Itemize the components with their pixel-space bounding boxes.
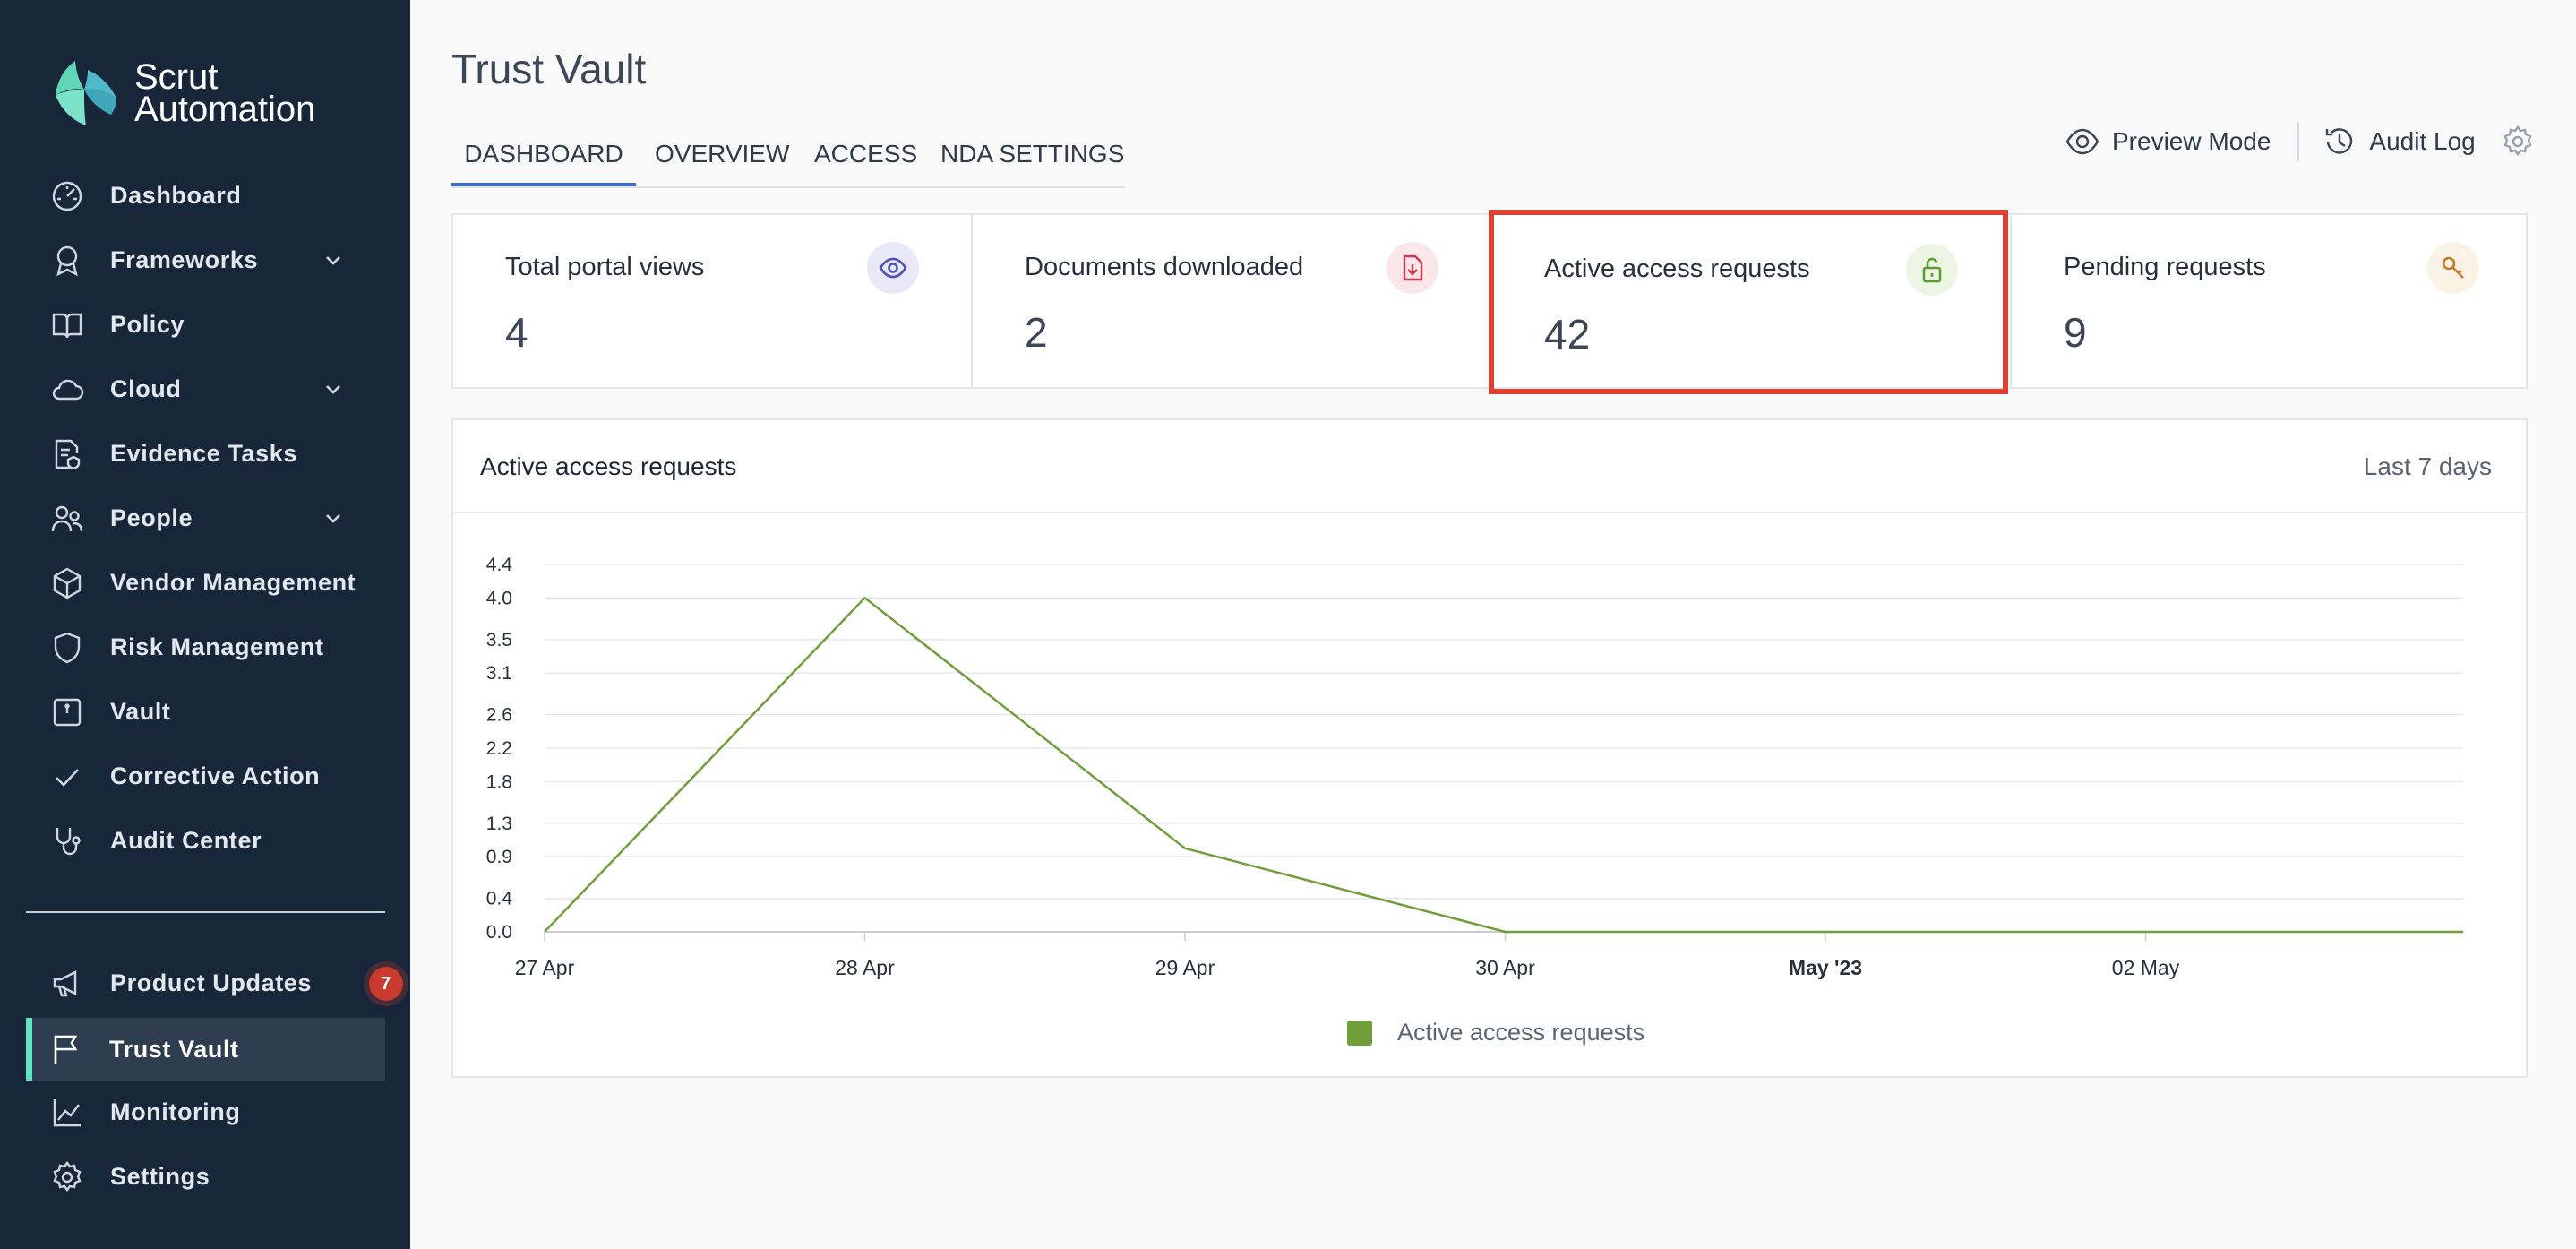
x-tick-label: 29 Apr (1155, 956, 1215, 979)
y-tick-label: 0.0 (486, 922, 512, 943)
y-tick-label: 1.8 (486, 771, 512, 792)
sidebar-item-people[interactable]: People (27, 488, 385, 547)
y-tick-label: 4.0 (486, 588, 512, 608)
box-icon (50, 566, 84, 600)
chart-line-icon (50, 1096, 84, 1130)
flag-icon (49, 1032, 83, 1066)
gear-icon (50, 1160, 84, 1194)
megaphone-icon (50, 967, 84, 1001)
sidebar-divider (26, 911, 385, 913)
stat-label: Pending requests (2064, 253, 2266, 281)
dashboard-icon (50, 179, 84, 213)
stat-label: Total portal views (505, 253, 705, 281)
y-tick-label: 2.2 (486, 738, 512, 759)
tab-overview[interactable]: OVERVIEW (655, 133, 789, 186)
history-icon (2326, 128, 2353, 154)
line-chart: 0.0 0.4 0.9 1.3 1.8 2.2 2.6 3.1 3.5 4.0 4.4 27 Apr 2… (486, 555, 2463, 979)
sidebar-item-dashboard[interactable]: Dashboard (27, 166, 385, 225)
sidebar-item-policy[interactable]: Policy (27, 295, 385, 354)
legend-label: Active access requests (1397, 1019, 1645, 1046)
chart-panel: Active access requests Last 7 days 0.0 0.… (451, 418, 2528, 1078)
people-icon (50, 502, 84, 536)
sidebar-item-evidence-tasks[interactable]: Evidence Tasks (27, 424, 385, 483)
x-tick-label: 27 Apr (515, 956, 575, 979)
sidebar-item-trust-vault[interactable]: Trust Vault (26, 1018, 385, 1081)
y-tick-label: 1.3 (486, 814, 512, 834)
cloud-icon (50, 373, 84, 407)
tab-nda-settings[interactable]: NDA SETTINGS (940, 133, 1124, 186)
sidebar: Scrut Automation Dashboard Frameworks Po… (0, 0, 410, 1249)
stat-card-documents-downloaded[interactable]: Documents downloaded 2 (973, 215, 1490, 387)
chevron-down-icon[interactable] (322, 379, 344, 401)
stat-value: 4 (505, 309, 528, 356)
audit-log-button[interactable]: Audit Log (2323, 125, 2476, 159)
y-tick-label: 3.5 (486, 630, 512, 650)
sidebar-item-monitoring[interactable]: Monitoring (27, 1082, 385, 1141)
evidence-icon (50, 437, 84, 471)
sidebar-item-audit-center[interactable]: Audit Center (27, 811, 385, 870)
sidebar-item-cloud[interactable]: Cloud (27, 359, 385, 418)
tab-dashboard[interactable]: DASHBOARD (451, 133, 636, 186)
sidebar-item-frameworks[interactable]: Frameworks (27, 230, 385, 289)
sidebar-item-risk-management[interactable]: Risk Management (27, 617, 385, 676)
vault-icon (50, 695, 84, 729)
preview-mode-button[interactable]: Preview Mode (2065, 125, 2271, 159)
stat-card-portal-views[interactable]: Total portal views 4 (453, 215, 971, 387)
y-tick-label: 3.1 (486, 663, 512, 684)
file-download-icon (1387, 242, 1438, 294)
series-line (544, 597, 2463, 934)
gear-icon (2503, 125, 2532, 156)
header-actions: Preview Mode Audit Log (2065, 122, 2535, 161)
tab-access[interactable]: ACCESS (814, 133, 917, 186)
notification-badge: 7 (369, 967, 403, 1001)
brand-logo[interactable]: Scrut Automation (48, 59, 315, 127)
x-tick-label: 02 May (2112, 956, 2180, 979)
chevron-down-icon[interactable] (322, 508, 344, 530)
chart-legend[interactable]: Active access requests (1347, 1019, 1644, 1047)
shield-icon (50, 631, 84, 665)
y-tick-label: 4.4 (486, 555, 513, 575)
stat-card-pending-requests[interactable]: Pending requests 9 (2012, 215, 2528, 387)
scrut-logo-icon (56, 61, 116, 125)
sidebar-item-vendor-management[interactable]: Vendor Management (27, 553, 385, 612)
eye-icon (867, 242, 919, 294)
sidebar-item-corrective-action[interactable]: Corrective Action (27, 746, 385, 805)
check-icon (50, 760, 84, 794)
x-tick-label: 28 Apr (835, 956, 895, 979)
settings-gear-button[interactable] (2501, 125, 2535, 159)
x-tick-label: 30 Apr (1475, 956, 1535, 979)
stat-label: Documents downloaded (1025, 253, 1304, 281)
brand-line-1: Scrut (134, 57, 219, 97)
stat-value: 2 (1025, 309, 1048, 356)
sidebar-item-product-updates[interactable]: Product Updates 7 (27, 953, 403, 1012)
key-icon (2427, 242, 2479, 294)
y-tick-label: 0.4 (486, 889, 513, 909)
sidebar-item-settings[interactable]: Settings (27, 1147, 385, 1206)
eye-icon (2065, 128, 2099, 155)
highlight-box (1489, 210, 2008, 394)
stethoscope-icon (50, 824, 84, 858)
sidebar-item-vault[interactable]: Vault (27, 682, 385, 741)
y-tick-label: 2.6 (486, 705, 512, 726)
y-tick-label: 0.9 (486, 847, 512, 867)
page-title: Trust Vault (451, 46, 647, 92)
brand-line-2: Automation (134, 90, 316, 129)
book-icon (50, 308, 84, 342)
tab-bar: DASHBOARD OVERVIEW ACCESS NDA SETTINGS (451, 124, 1125, 188)
stat-value: 9 (2064, 309, 2087, 356)
x-tick-label: May '23 (1789, 956, 1862, 979)
frameworks-icon (50, 244, 84, 278)
legend-swatch (1347, 1020, 1372, 1046)
action-divider (2297, 122, 2300, 161)
chevron-down-icon[interactable] (322, 250, 344, 271)
